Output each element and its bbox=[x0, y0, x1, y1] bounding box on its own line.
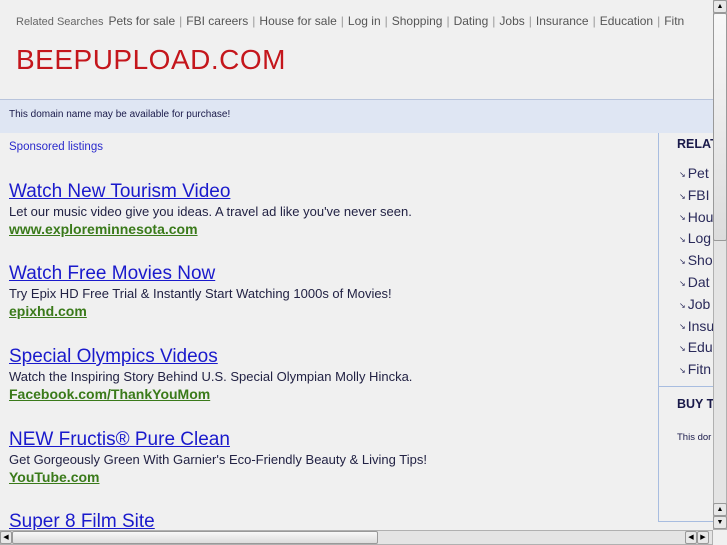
vertical-scroll-thumb[interactable] bbox=[713, 13, 727, 241]
arrow-icon: ↘ bbox=[679, 235, 686, 245]
scroll-left-button[interactable]: ◀ bbox=[0, 531, 12, 544]
ad-url[interactable]: Facebook.com/ThankYouMom bbox=[9, 385, 412, 403]
scroll-up-button-lower[interactable]: ▲ bbox=[713, 503, 727, 516]
ad-listing: Special Olympics Videos Watch the Inspiri… bbox=[9, 346, 412, 403]
ad-description: Watch the Inspiring Story Behind U.S. Sp… bbox=[9, 369, 413, 384]
top-link[interactable]: FBI careers bbox=[186, 14, 248, 28]
related-searches-label: Related Searches bbox=[16, 16, 104, 28]
top-link[interactable]: Insurance bbox=[536, 14, 589, 28]
sidebar-heading: RELAT bbox=[677, 137, 713, 151]
sidebar-link[interactable]: ↘ Log bbox=[679, 228, 713, 250]
sidebar-link[interactable]: ↘ Fitn bbox=[679, 359, 713, 381]
scroll-up-button[interactable]: ▲ bbox=[713, 0, 727, 13]
arrow-icon: ↘ bbox=[679, 300, 686, 310]
ad-description: Get Gorgeously Green With Garnier's Eco-… bbox=[9, 452, 427, 467]
buy-heading: BUY T bbox=[677, 397, 713, 411]
arrow-icon: ↘ bbox=[679, 213, 686, 223]
sidebar-link[interactable]: ↘ Edu bbox=[679, 337, 713, 359]
arrow-icon: ↘ bbox=[679, 344, 686, 354]
ad-description: Let our music video give you ideas. A tr… bbox=[9, 204, 412, 219]
ad-title[interactable]: NEW Fructis® Pure Clean bbox=[9, 429, 427, 451]
sidebar-link[interactable]: ↘ Pet bbox=[679, 163, 713, 185]
arrow-icon: ↘ bbox=[679, 191, 686, 201]
scroll-left-button-right[interactable]: ◀ bbox=[685, 531, 697, 544]
sidebar-link[interactable]: ↘ FBI bbox=[679, 185, 713, 207]
ad-title[interactable]: Watch Free Movies Now bbox=[9, 263, 392, 285]
ad-title[interactable]: Special Olympics Videos bbox=[9, 346, 412, 368]
scroll-right-button[interactable]: ▶ bbox=[697, 531, 709, 544]
sidebar-link[interactable]: ↘ Hou bbox=[679, 207, 713, 229]
sponsored-listings-link[interactable]: Sponsored listings bbox=[9, 141, 103, 153]
divider bbox=[659, 386, 713, 387]
top-link[interactable]: Fitn bbox=[664, 14, 684, 28]
top-link[interactable]: House for sale bbox=[259, 14, 336, 28]
arrow-icon: ↘ bbox=[679, 169, 686, 179]
ad-url[interactable]: epixhd.com bbox=[9, 302, 392, 320]
site-logo[interactable]: BEEPUPLOAD.COM bbox=[16, 44, 286, 76]
domain-banner: This domain name may be available for pu… bbox=[0, 99, 713, 133]
ad-listing: Watch New Tourism Video Let our music vid… bbox=[9, 181, 412, 238]
horizontal-scroll-thumb[interactable] bbox=[12, 531, 378, 544]
top-link[interactable]: Education bbox=[600, 14, 653, 28]
sidebar-link[interactable]: ↘ Insu bbox=[679, 316, 713, 338]
top-link[interactable]: Pets for sale bbox=[108, 14, 175, 28]
top-link[interactable]: Dating bbox=[454, 14, 489, 28]
ad-listing: Watch Free Movies Now Try Epix HD Free Tr… bbox=[9, 263, 392, 320]
sidebar-link[interactable]: ↘ Sho bbox=[679, 250, 713, 272]
top-link[interactable]: Log in bbox=[348, 14, 381, 28]
ad-title[interactable]: Watch New Tourism Video bbox=[9, 181, 412, 203]
sidebar-link[interactable]: ↘ Dat bbox=[679, 272, 713, 294]
arrow-icon: ↘ bbox=[679, 322, 686, 332]
arrow-icon: ↘ bbox=[679, 278, 686, 288]
ad-listing: NEW Fructis® Pure Clean Get Gorgeously Gr… bbox=[9, 429, 427, 486]
scroll-down-button[interactable]: ▼ bbox=[713, 516, 727, 529]
top-link[interactable]: Jobs bbox=[499, 14, 524, 28]
related-searches-bar: Related Searches Pets for sale | FBI career… bbox=[16, 14, 685, 28]
arrow-icon: ↘ bbox=[679, 256, 686, 266]
ad-url[interactable]: YouTube.com bbox=[9, 468, 427, 486]
ad-description: Try Epix HD Free Trial & Instantly Start… bbox=[9, 286, 392, 301]
top-link[interactable]: Shopping bbox=[392, 14, 443, 28]
buy-text: This dor bbox=[677, 432, 712, 443]
arrow-icon: ↘ bbox=[679, 365, 686, 375]
ad-url[interactable]: www.exploreminnesota.com bbox=[9, 220, 412, 238]
sidebar-link[interactable]: ↘ Job bbox=[679, 294, 713, 316]
related-sidebar: RELAT ↘Pet ↘FBI ↘Hou ↘Log ↘Sho ↘Dat ↘Job… bbox=[658, 133, 713, 522]
